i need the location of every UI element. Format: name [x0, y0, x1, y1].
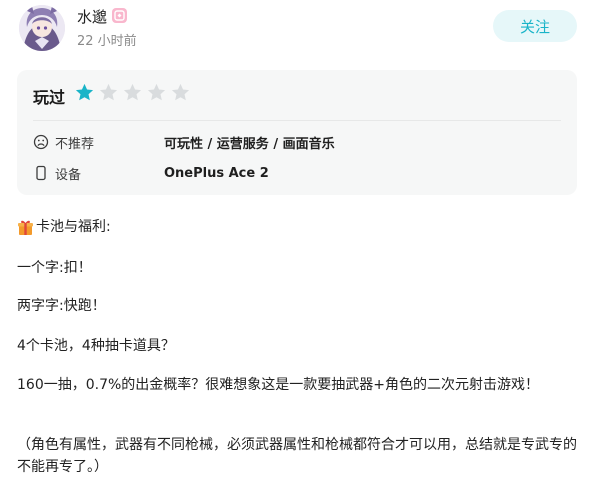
device-row: 设备 OnePlus Ace 2 — [33, 163, 269, 183]
played-label: 玩过 — [33, 88, 66, 107]
review-header: 水邈 22 小时前 关注 — [0, 0, 594, 60]
recommend-row: 不推荐 可玩性 / 运营服务 / 画面音乐 — [33, 132, 335, 152]
star-filled-icon — [75, 83, 94, 101]
gift-icon — [17, 219, 34, 236]
star-rating — [74, 82, 191, 103]
star-empty-icon — [99, 83, 118, 101]
star-empty-icon — [123, 83, 142, 101]
content-line: 160一抽，0.7%的出金概率？很难想象这是一款要抽武器+角色的二次元射击游戏！ — [17, 377, 540, 393]
phone-icon — [33, 165, 49, 181]
content-line: 两字字:快跑！ — [17, 298, 106, 314]
content-line: 4个卡池，4种抽卡道具？ — [17, 338, 175, 354]
follow-button[interactable]: 关注 — [493, 10, 577, 42]
recommend-label: 不推荐 — [55, 136, 95, 152]
frown-face-icon — [33, 134, 49, 150]
review-summary-card: 玩过 不推荐 可玩性 / 运营服务 / 画面音乐 设备 OnePlus Ace … — [17, 70, 577, 195]
level-badge-icon — [112, 8, 127, 23]
star-empty-icon — [171, 83, 190, 101]
heading-text: 卡池与福利: — [36, 219, 111, 235]
device-value: OnePlus Ace 2 — [164, 165, 269, 181]
recommend-value: 可玩性 / 运营服务 / 画面音乐 — [164, 136, 335, 152]
avatar[interactable] — [19, 5, 65, 51]
content-line: （角色有属性，武器有不同枪械，必须武器属性和枪械都符合才可以用，总结就是专武专的… — [17, 437, 577, 475]
post-time: 22 小时前 — [77, 34, 137, 49]
device-label: 设备 — [55, 167, 82, 183]
content-heading: 卡池与福利: — [17, 216, 111, 238]
content-line: 一个字:扣！ — [17, 260, 92, 276]
divider — [33, 120, 561, 121]
star-empty-icon — [147, 83, 166, 101]
username[interactable]: 水邈 — [77, 6, 107, 27]
